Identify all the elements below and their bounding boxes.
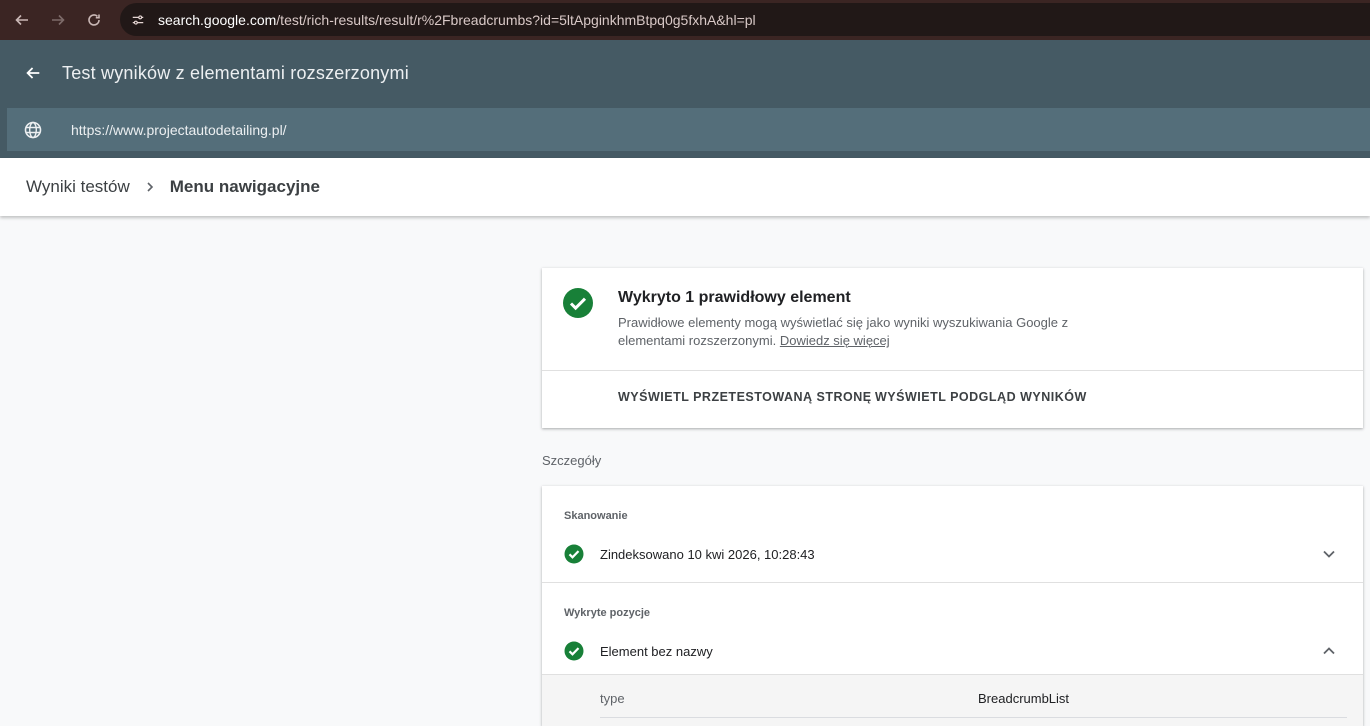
divider [542,582,1363,583]
globe-icon [24,121,42,138]
app-header: Test wyników z elementami rozszerzonymi … [0,40,1370,158]
chevron-down-icon[interactable] [1319,544,1339,564]
property-key: type [600,691,625,706]
summary-description: Prawidłowe elementy mogą wyświetlać się … [618,314,1098,350]
page-title: Test wyników z elementami rozszerzonymi [62,62,409,83]
chevron-right-icon [144,181,156,193]
chevron-up-icon[interactable] [1319,641,1339,661]
divider [600,717,1347,718]
check-circle-icon [563,288,593,318]
learn-more-link[interactable]: Dowiedz się więcej [780,333,890,348]
tested-url-bar: https://www.projectautodetailing.pl/ [7,108,1370,151]
view-tested-page-button[interactable]: WYŚWIETL PRZETESTOWANĄ STRONĘ [618,390,872,404]
address-text: search.google.com/test/rich-results/resu… [158,12,756,28]
breadcrumb: Wyniki testów Menu nawigacyjne [0,158,1370,216]
arrow-right-icon [52,14,65,26]
detected-section-title: Wykryte pozycje [564,607,651,619]
url-host: search.google.com [158,11,277,28]
check-circle-icon [564,641,584,661]
property-value: BreadcrumbList [978,691,1070,706]
back-arrow-icon[interactable] [22,62,44,84]
browser-back-button[interactable] [4,2,40,38]
arrow-left-icon [15,14,28,26]
details-card: Skanowanie Zindeksowano 10 kwi 2026, 10:… [542,486,1363,726]
browser-reload-button[interactable] [76,2,112,38]
crawl-section-title: Skanowanie [564,510,628,522]
detected-item[interactable]: Element bez nazwy [600,644,713,659]
browser-forward-button[interactable] [40,2,76,38]
divider [542,370,1363,371]
site-settings-icon[interactable] [126,8,150,32]
address-bar[interactable]: search.google.com/test/rich-results/resu… [120,3,1370,36]
tested-url: https://www.projectautodetailing.pl/ [71,121,287,138]
reload-icon [88,14,100,26]
details-heading: Szczegóły [542,453,602,468]
url-path: /test/rich-results/result/r%2Fbreadcrumb… [276,11,756,28]
summary-card: Wykryto 1 prawidłowy element Prawidłowe … [542,268,1363,428]
summary-heading: Wykryto 1 prawidłowy element [618,289,851,306]
property-row: type BreadcrumbList [542,674,1363,726]
browser-toolbar: search.google.com/test/rich-results/resu… [0,0,1370,40]
breadcrumb-current: Menu nawigacyjne [169,177,320,196]
check-circle-icon [564,544,584,564]
crawl-status: Zindeksowano 10 kwi 2026, 10:28:43 [600,547,815,562]
view-preview-button[interactable]: WYŚWIETL PODGLĄD WYNIKÓW [875,390,1087,404]
breadcrumb-parent[interactable]: Wyniki testów [26,177,130,197]
